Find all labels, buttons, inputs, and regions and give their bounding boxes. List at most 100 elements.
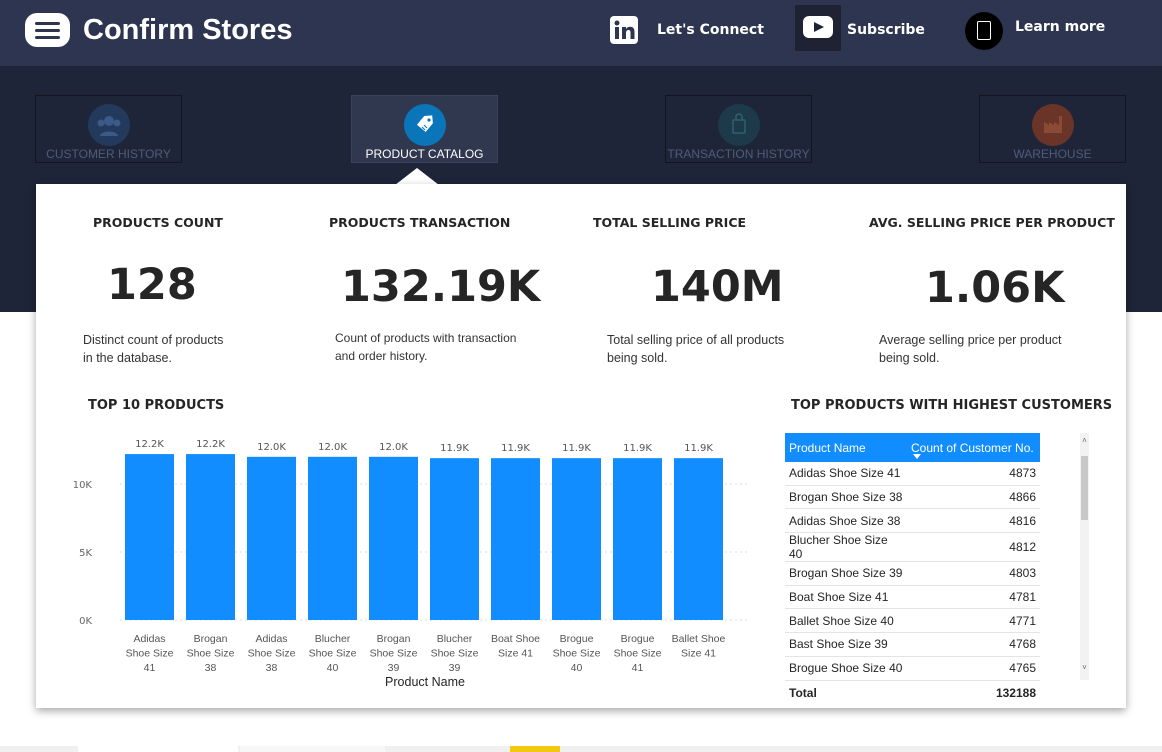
tab-warehouse[interactable]: WAREHOUSE — [979, 95, 1126, 163]
category-label: Shoe Size — [370, 648, 418, 660]
tab-customer-history[interactable]: CUSTOMER HISTORY — [35, 95, 182, 163]
product-name-cell: Blucher Shoe Size 40 — [785, 532, 907, 563]
subscribe-link[interactable]: Subscribe — [847, 22, 925, 38]
count-cell: 4771 — [907, 608, 1040, 634]
linkedin-icon[interactable] — [610, 16, 638, 44]
category-label: 38 — [205, 662, 217, 674]
table-row[interactable]: Bast Shoe Size 39 4768 — [785, 632, 1040, 657]
category-label: Shoe Size — [126, 648, 174, 660]
top-products-bar-chart: 0K 5K 10K 12.2K Adidas Shoe Size 41 12.2K Brogan… — [73, 439, 750, 689]
kpi-value: 1.06K — [925, 263, 1065, 313]
product-name-cell: Boat Shoe Size 41 — [785, 585, 907, 610]
category-label: Brogan — [377, 633, 411, 645]
category-label: Shoe Size — [248, 648, 296, 660]
tab-label: WAREHOUSE — [1013, 147, 1092, 161]
kpi-description: Total selling price of all products being… — [607, 333, 785, 365]
column-header-count[interactable]: Count of Customer No. — [907, 433, 1040, 462]
y-tick-label: 10K — [73, 480, 93, 491]
kpi-title: PRODUCTS TRANSACTION — [329, 215, 511, 230]
lets-connect-link[interactable]: Let's Connect — [657, 22, 764, 38]
bar — [552, 458, 601, 620]
bar — [430, 458, 479, 620]
kpi-description: Average selling price per product being s… — [879, 333, 1062, 365]
product-name-cell: Brogue Shoe Size 40 — [785, 656, 907, 681]
count-cell: 4866 — [907, 485, 1040, 510]
product-name-cell: Bast Shoe Size 39 — [785, 632, 907, 657]
category-label: Shoe Size — [187, 648, 235, 660]
count-cell: 4812 — [907, 532, 1040, 563]
scroll-up-icon[interactable]: ˄ — [1080, 436, 1089, 446]
product-name-cell: Adidas Shoe Size 41 — [785, 462, 907, 486]
total-label: Total — [785, 679, 907, 705]
youtube-icon[interactable] — [795, 5, 841, 51]
table-row[interactable]: Adidas Shoe Size 41 4873 — [785, 462, 1040, 486]
tab-label: TRANSACTION HISTORY — [667, 147, 810, 161]
category-label: Size 41 — [681, 648, 716, 660]
bar-data-label: 11.9K — [684, 443, 713, 454]
category-label: Blucher — [437, 633, 473, 645]
category-label: Boat Shoe — [491, 633, 540, 645]
count-cell: 4873 — [907, 462, 1040, 486]
scroll-down-icon[interactable]: ˅ — [1080, 663, 1089, 673]
customer-group-icon — [88, 104, 130, 146]
bar-data-label: 12.2K — [196, 439, 225, 450]
total-value: 132188 — [907, 679, 1040, 705]
bar — [491, 458, 540, 620]
kpi-value: 140M — [651, 262, 784, 312]
page-tab[interactable] — [240, 746, 385, 752]
menu-icon[interactable] — [25, 13, 70, 47]
bar-data-label: 11.9K — [623, 443, 652, 454]
category-label: Adidas — [255, 633, 287, 645]
kpi-value: 132.19K — [341, 262, 541, 312]
bar — [186, 454, 235, 620]
table-header-row: Product Name Count of Customer No. — [785, 433, 1040, 462]
count-cell: 4803 — [907, 561, 1040, 586]
kpi-value: 128 — [107, 260, 197, 310]
scrollbar-thumb[interactable] — [1081, 456, 1088, 520]
category-label: Brogue — [560, 633, 594, 645]
table-row[interactable]: Boat Shoe Size 41 4781 — [785, 585, 1040, 610]
count-cell: 4768 — [907, 632, 1040, 657]
product-name-cell: Ballet Shoe Size 40 — [785, 608, 907, 634]
app-title: Confirm Stores — [83, 14, 293, 46]
product-name-cell: Brogan Shoe Size 39 — [785, 561, 907, 586]
tab-transaction-history[interactable]: TRANSACTION HISTORY — [665, 95, 812, 163]
table-row[interactable]: Adidas Shoe Size 38 4816 — [785, 508, 1040, 534]
category-label: Shoe Size — [614, 648, 662, 660]
bar — [369, 456, 418, 620]
tab-label: PRODUCT CATALOG — [365, 147, 484, 161]
count-cell: 4765 — [907, 656, 1040, 681]
category-label: Shoe Size — [309, 648, 357, 660]
bar-data-label: 12.0K — [379, 442, 408, 453]
tab-product-catalog[interactable]: PRODUCT CATALOG — [351, 95, 498, 163]
table-row[interactable]: Brogan Shoe Size 39 4803 — [785, 561, 1040, 586]
column-header-product-name[interactable]: Product Name — [785, 433, 907, 462]
learn-more-icon[interactable] — [965, 12, 1003, 50]
page-tab-active[interactable] — [510, 746, 560, 752]
table-row[interactable]: Ballet Shoe Size 40 4771 — [785, 608, 1040, 634]
learn-more-link[interactable]: Learn more — [1015, 19, 1105, 35]
bar-data-label: 12.2K — [135, 439, 164, 450]
product-name-cell: Adidas Shoe Size 38 — [785, 508, 907, 534]
bar — [674, 458, 723, 620]
shopping-bag-icon — [718, 104, 760, 146]
table-row[interactable]: Brogan Shoe Size 38 4866 — [785, 485, 1040, 510]
y-tick-label: 0K — [79, 616, 92, 627]
table-row[interactable]: Blucher Shoe Size 40 4812 — [785, 532, 1040, 563]
count-cell: 4816 — [907, 508, 1040, 534]
bar-data-label: 12.0K — [257, 442, 286, 453]
top-customers-table: Product Name Count of Customer No. Adida… — [785, 433, 1040, 705]
category-label: Ballet Shoe — [672, 633, 726, 645]
category-label: 40 — [327, 662, 339, 674]
bar — [613, 458, 662, 620]
category-label: Shoe Size — [553, 648, 601, 660]
category-label: 39 — [449, 662, 461, 674]
page-tab[interactable] — [78, 746, 238, 752]
top-header: Confirm Stores Let's Connect Subscribe L… — [0, 0, 1162, 66]
bar-data-label: 12.0K — [318, 442, 347, 453]
category-label: Size 41 — [498, 648, 533, 660]
bar — [308, 456, 357, 620]
category-label: 41 — [632, 662, 644, 674]
category-label: Adidas — [133, 633, 165, 645]
table-row[interactable]: Brogue Shoe Size 40 4765 — [785, 656, 1040, 681]
